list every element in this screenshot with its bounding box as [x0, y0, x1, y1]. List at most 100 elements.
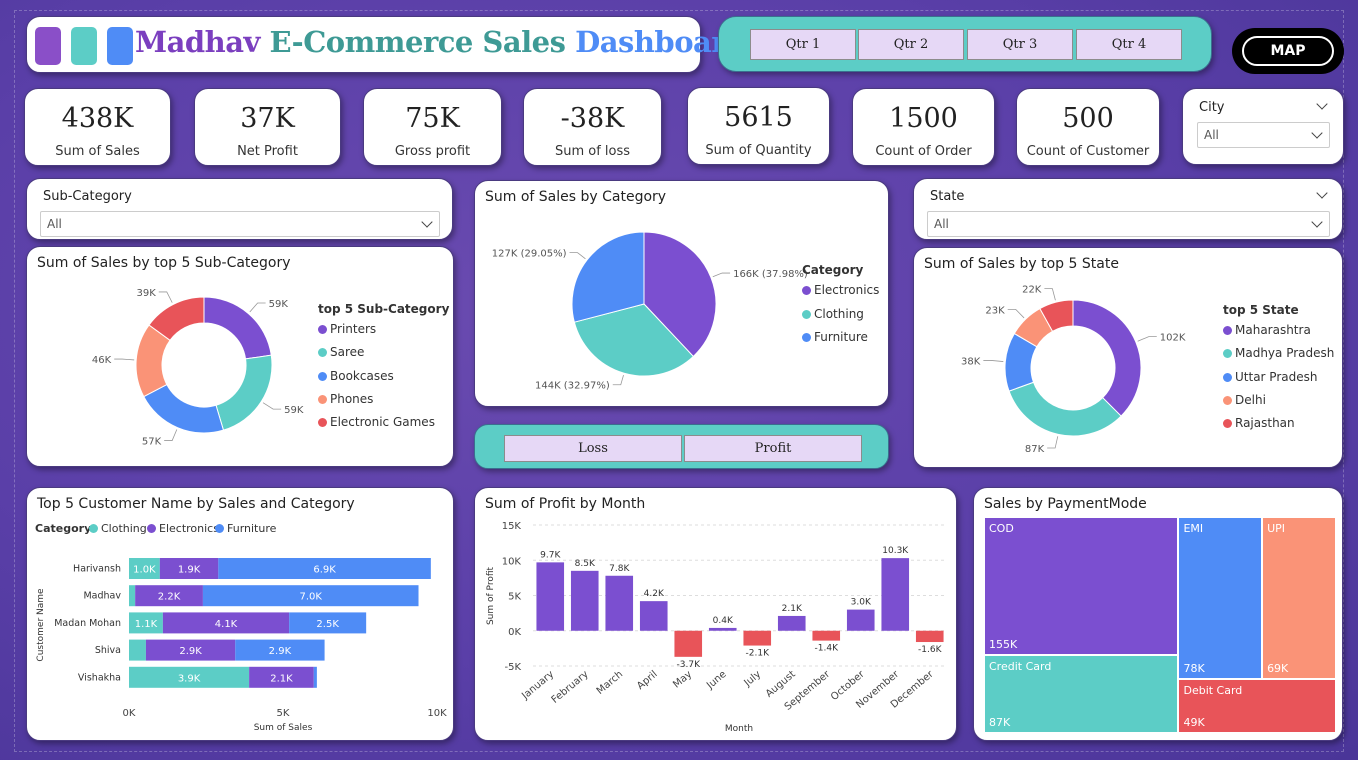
data-label: -2.1K — [746, 649, 771, 659]
kpi-count-of-order: 1500 Count of Order — [852, 88, 995, 166]
legend-label: Phones — [330, 391, 374, 406]
legend-item[interactable]: Uttar Pradesh — [1223, 370, 1317, 384]
legend-item[interactable]: Electronics — [802, 283, 879, 297]
profit-bar[interactable] — [777, 615, 806, 631]
profit-bar[interactable] — [915, 630, 944, 643]
legend-label: Electronics — [814, 283, 880, 297]
pie-slice[interactable] — [215, 354, 273, 431]
state-dropdown[interactable]: All — [927, 211, 1330, 237]
subcategory-dropdown[interactable]: All — [40, 211, 440, 237]
profit-bar[interactable] — [846, 609, 875, 631]
kpi-label: Net Profit — [237, 144, 298, 159]
pie-slice[interactable] — [143, 383, 225, 434]
profit-bar[interactable] — [570, 570, 599, 631]
profit-bar[interactable] — [708, 627, 737, 631]
data-label: 59K — [284, 405, 304, 416]
title-part-2: E-Commerce Sales — [269, 25, 566, 59]
legend-item[interactable]: Printers — [318, 322, 376, 336]
map-button[interactable]: MAP — [1232, 28, 1344, 74]
x-tick-label: March — [595, 669, 625, 697]
qtr-4-button[interactable]: Qtr 4 — [1076, 29, 1182, 60]
profit-bar[interactable] — [674, 630, 703, 657]
treemap-cell[interactable]: EMI 78K — [1178, 517, 1263, 679]
legend-label: Electronic Games — [330, 415, 435, 430]
kpi-value: 500 — [1062, 103, 1114, 134]
treemap-value: 87K — [989, 715, 1011, 729]
profit-bar[interactable] — [743, 630, 772, 646]
y-tick-label: 5K — [508, 592, 521, 603]
pie-slice[interactable] — [1008, 381, 1122, 437]
profit-month-chart: -5K0K5K10K15K9.7KJanuary8.5KFebruary7.8K… — [486, 521, 947, 734]
legend-title: Category — [802, 263, 864, 277]
treemap-label: Credit Card — [989, 660, 1052, 674]
city-dropdown[interactable]: All — [1197, 122, 1330, 148]
kpi-sum-of-sales: 438K Sum of Sales — [24, 88, 171, 166]
profit-button[interactable]: Profit — [684, 435, 862, 462]
legend-title: top 5 State — [1223, 303, 1299, 317]
state-dropdown-value: All — [934, 217, 949, 231]
profit-bar[interactable] — [605, 575, 634, 631]
leader-line — [164, 429, 178, 441]
kpi-label: Count of Order — [875, 144, 972, 159]
purple-square-icon — [35, 27, 61, 65]
city-slicer-label: City — [1199, 100, 1225, 115]
legend-item[interactable]: Delhi — [1223, 393, 1266, 407]
legend-item[interactable]: Bookcases — [318, 369, 394, 383]
qtr-3-button[interactable]: Qtr 3 — [967, 29, 1073, 60]
profit-bar[interactable] — [881, 558, 910, 631]
profit-bar[interactable] — [812, 630, 841, 641]
legend-item[interactable]: Electronic Games — [318, 415, 435, 429]
data-label: 39K — [136, 288, 156, 299]
legend-label: Maharashtra — [1235, 323, 1311, 337]
treemap-cell[interactable]: Debit Card 49K — [1178, 679, 1336, 733]
legend-item[interactable]: Furniture — [802, 330, 868, 344]
pie-slice[interactable] — [203, 296, 272, 360]
legend-item[interactable]: Maharashtra — [1223, 323, 1311, 337]
data-label: 3.9K — [178, 673, 201, 684]
bar-segment[interactable] — [129, 639, 146, 661]
legend-dot-icon — [802, 333, 811, 342]
quarter-slicer: Qtr 1 Qtr 2 Qtr 3 Qtr 4 — [718, 16, 1212, 72]
qtr-2-button[interactable]: Qtr 2 — [858, 29, 964, 60]
treemap-label: UPI — [1267, 522, 1285, 535]
bar-segment[interactable] — [129, 585, 136, 607]
x-tick-label: February — [550, 669, 591, 706]
treemap-cell[interactable]: UPI 69K — [1262, 517, 1336, 679]
legend-item[interactable]: Madhya Pradesh — [1223, 346, 1334, 360]
data-label: 22K — [1022, 285, 1042, 296]
leader-line — [1007, 308, 1025, 319]
chevron-down-icon[interactable] — [1316, 98, 1328, 110]
qtr-1-button[interactable]: Qtr 1 — [750, 29, 856, 60]
legend-item[interactable]: Rajasthan — [1223, 416, 1295, 430]
legend-dot-icon — [1223, 419, 1232, 429]
bar-segment[interactable] — [313, 666, 317, 688]
city-dropdown-value: All — [1204, 128, 1219, 142]
kpi-value: 37K — [240, 103, 295, 134]
category-tick-label: Harivansh — [73, 564, 121, 575]
map-button-label: MAP — [1242, 36, 1334, 66]
title-part-1: Madhav — [135, 25, 260, 59]
treemap-cell[interactable]: Credit Card 87K — [984, 655, 1179, 733]
legend-dot-icon — [802, 286, 811, 295]
y-tick-label: -5K — [504, 662, 521, 673]
data-label: -1.4K — [815, 644, 840, 654]
legend-item[interactable]: Clothing — [802, 307, 864, 321]
data-label: -3.7K — [677, 660, 702, 670]
profit-bar[interactable] — [536, 562, 565, 631]
kpi-count-of-customer: 500 Count of Customer — [1016, 88, 1160, 166]
legend-dot-icon — [802, 309, 811, 319]
x-tick-label: July — [742, 669, 764, 690]
category-tick-label: Madhav — [83, 591, 121, 602]
data-label: 59K — [269, 299, 289, 310]
legend-item[interactable]: Phones — [318, 392, 373, 406]
profit-bar[interactable] — [639, 601, 668, 631]
kpi-value: -38K — [560, 103, 625, 134]
legend-item[interactable]: Saree — [318, 345, 364, 359]
teal-square-icon — [71, 27, 97, 65]
chevron-down-icon[interactable] — [1316, 187, 1328, 199]
pie-slice[interactable] — [1072, 299, 1142, 417]
treemap-cell[interactable]: COD 155K — [984, 517, 1179, 656]
loss-button[interactable]: Loss — [504, 435, 682, 462]
y-axis-label: Customer Name — [36, 588, 46, 662]
blue-square-icon — [107, 27, 133, 65]
